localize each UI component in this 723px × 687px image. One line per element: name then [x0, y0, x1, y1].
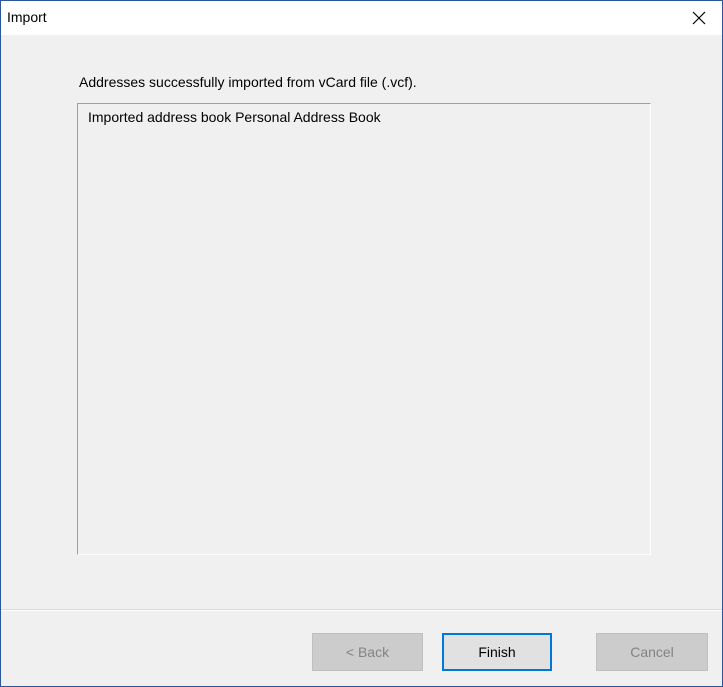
title-bar: Import [1, 1, 722, 35]
dialog-content: Addresses successfully imported from vCa… [1, 35, 722, 610]
cancel-button[interactable]: Cancel [596, 633, 708, 671]
log-line: Imported address book Personal Address B… [88, 109, 381, 125]
finish-button[interactable]: Finish [442, 633, 552, 671]
close-button[interactable] [676, 1, 722, 35]
status-message: Addresses successfully imported from vCa… [79, 74, 417, 90]
button-bar: < Back Finish Cancel [1, 611, 722, 686]
back-button[interactable]: < Back [312, 633, 423, 671]
import-dialog: Import Addresses successfully imported f… [0, 0, 723, 687]
window-title: Import [7, 9, 47, 25]
import-log-box[interactable]: Imported address book Personal Address B… [77, 103, 651, 555]
close-icon [692, 11, 706, 25]
